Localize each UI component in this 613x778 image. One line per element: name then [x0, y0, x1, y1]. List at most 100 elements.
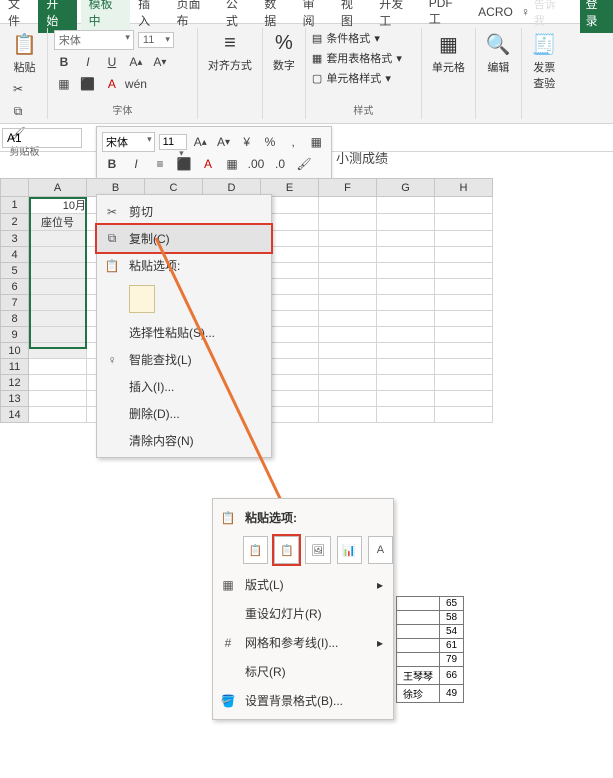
copy-icon[interactable]: ⧉: [8, 101, 28, 121]
mini-font-color[interactable]: A: [198, 154, 218, 174]
row-header[interactable]: 3: [1, 231, 29, 247]
mini-font-name[interactable]: 宋体: [102, 132, 155, 152]
ctx2-paste-icons: 📋 📋 🖼 📊 A: [213, 532, 393, 570]
mini-merge[interactable]: ▦: [307, 132, 326, 152]
ctx-smart-lookup[interactable]: ♀智能查找(L): [97, 346, 271, 373]
cell[interactable]: [29, 247, 87, 263]
col-header[interactable]: A: [29, 179, 87, 197]
ctx-paste-special[interactable]: 选择性粘贴(S)...: [97, 319, 271, 346]
mini-comma[interactable]: ,: [284, 132, 303, 152]
paste-keep-source-icon[interactable]: 📋: [274, 536, 299, 564]
cell[interactable]: [29, 343, 87, 359]
cell[interactable]: [29, 375, 87, 391]
select-all-corner[interactable]: [1, 179, 29, 197]
cell[interactable]: 座位号: [29, 214, 87, 231]
row-header[interactable]: 13: [1, 391, 29, 407]
col-header[interactable]: G: [377, 179, 435, 197]
fill-color-button[interactable]: ⬛: [78, 74, 98, 94]
cell[interactable]: [29, 263, 87, 279]
mini-italic[interactable]: I: [126, 154, 146, 174]
login-link[interactable]: 登录: [580, 0, 613, 33]
number-format-button[interactable]: % 数字: [269, 30, 299, 75]
cell[interactable]: [29, 407, 87, 423]
mini-increase-font[interactable]: A▴: [191, 132, 210, 152]
mini-format-painter[interactable]: 🖌: [294, 154, 314, 174]
paste-text-only-icon[interactable]: A: [368, 536, 393, 564]
cells-button[interactable]: ▦ 单元格: [428, 30, 469, 77]
paste-picture-icon[interactable]: 🖼: [305, 536, 330, 564]
row-header[interactable]: 2: [1, 214, 29, 231]
mini-align[interactable]: ≡: [150, 154, 170, 174]
bold-button[interactable]: B: [54, 52, 74, 72]
cell[interactable]: [29, 311, 87, 327]
row-header[interactable]: 7: [1, 295, 29, 311]
mini-decimal-dec[interactable]: .00: [246, 154, 266, 174]
mini-currency[interactable]: ¥: [237, 132, 256, 152]
row-header[interactable]: 4: [1, 247, 29, 263]
tell-me-input[interactable]: 告诉我...: [534, 0, 572, 28]
col-header[interactable]: H: [435, 179, 493, 197]
mini-decrease-font[interactable]: A▾: [214, 132, 233, 152]
row-header[interactable]: 1: [1, 197, 29, 214]
cell[interactable]: [29, 295, 87, 311]
decrease-font-button[interactable]: A▾: [150, 52, 170, 72]
font-color-button[interactable]: A: [102, 74, 122, 94]
mini-font-size[interactable]: 11: [159, 134, 187, 150]
paste-default-icon[interactable]: [129, 285, 155, 313]
cut-icon[interactable]: ✂: [8, 79, 28, 99]
ctx2-grid-guides[interactable]: #网格和参考线(I)...▸: [213, 628, 393, 657]
phonetic-button[interactable]: wén: [126, 74, 146, 94]
paste-use-dest-theme-icon[interactable]: 📋: [243, 536, 268, 564]
ctx2-ruler[interactable]: 标尺(R): [213, 657, 393, 686]
cell[interactable]: [29, 279, 87, 295]
tab-acro[interactable]: ACRO: [470, 1, 521, 23]
alignment-button[interactable]: ≡ 对齐方式: [204, 30, 256, 75]
conditional-formatting-button[interactable]: ▤条件格式▾: [312, 30, 415, 46]
invoice-check-button[interactable]: 🧾 发票 查验: [528, 30, 561, 93]
cell[interactable]: [29, 231, 87, 247]
increase-font-button[interactable]: A▴: [126, 52, 146, 72]
mini-fill-color[interactable]: ⬛: [174, 154, 194, 174]
cell[interactable]: 10月: [29, 197, 87, 214]
format-as-table-button[interactable]: ▦套用表格格式▾: [312, 50, 415, 66]
row-header[interactable]: 12: [1, 375, 29, 391]
ctx-copy[interactable]: ⧉复制(C): [97, 225, 271, 252]
ctx2-ruler-label: 标尺(R): [245, 663, 286, 680]
mini-bold[interactable]: B: [102, 154, 122, 174]
cell-styles-button[interactable]: ▢单元格样式▾: [312, 70, 415, 86]
row-header[interactable]: 9: [1, 327, 29, 343]
border-button[interactable]: ▦: [54, 74, 74, 94]
font-name-select[interactable]: 宋体: [54, 30, 134, 50]
cell[interactable]: [29, 327, 87, 343]
row-header[interactable]: 14: [1, 407, 29, 423]
row-header[interactable]: 10: [1, 343, 29, 359]
mini-border[interactable]: ▦: [222, 154, 242, 174]
ctx2-layout[interactable]: ▦版式(L)▸: [213, 570, 393, 599]
ctx2-background-format[interactable]: 🪣设置背景格式(B)...: [213, 686, 393, 715]
cell[interactable]: [29, 359, 87, 375]
ctx-cut[interactable]: ✂剪切: [97, 198, 271, 225]
row-header[interactable]: 11: [1, 359, 29, 375]
ctx-delete[interactable]: 删除(D)...: [97, 400, 271, 427]
cell[interactable]: [29, 391, 87, 407]
paste-embed-icon[interactable]: 📊: [337, 536, 362, 564]
ctx-paste-label: 粘贴选项:: [129, 257, 180, 274]
col-header[interactable]: F: [319, 179, 377, 197]
ctx2-reset-slide[interactable]: 重设幻灯片(R): [213, 599, 393, 628]
ctx-clear-contents[interactable]: 清除内容(N): [97, 427, 271, 454]
italic-button[interactable]: I: [78, 52, 98, 72]
row-header[interactable]: 6: [1, 279, 29, 295]
row-header[interactable]: 5: [1, 263, 29, 279]
paste-button[interactable]: 📋 粘贴: [8, 30, 41, 77]
ctx-insert[interactable]: 插入(I)...: [97, 373, 271, 400]
ctx-copy-label: 复制(C): [129, 230, 170, 247]
group-font: 宋体 11 B I U A▴ A▾ ▦ ⬛ A wén 字体: [48, 28, 198, 119]
mini-decimal-inc[interactable]: .0: [270, 154, 290, 174]
row-header[interactable]: 8: [1, 311, 29, 327]
name-box[interactable]: A1: [2, 128, 82, 148]
tab-pdf[interactable]: PDF工: [421, 0, 470, 31]
underline-button[interactable]: U: [102, 52, 122, 72]
mini-percent[interactable]: %: [260, 132, 279, 152]
font-size-select[interactable]: 11: [138, 32, 174, 48]
editing-button[interactable]: 🔍 编辑: [482, 30, 515, 77]
